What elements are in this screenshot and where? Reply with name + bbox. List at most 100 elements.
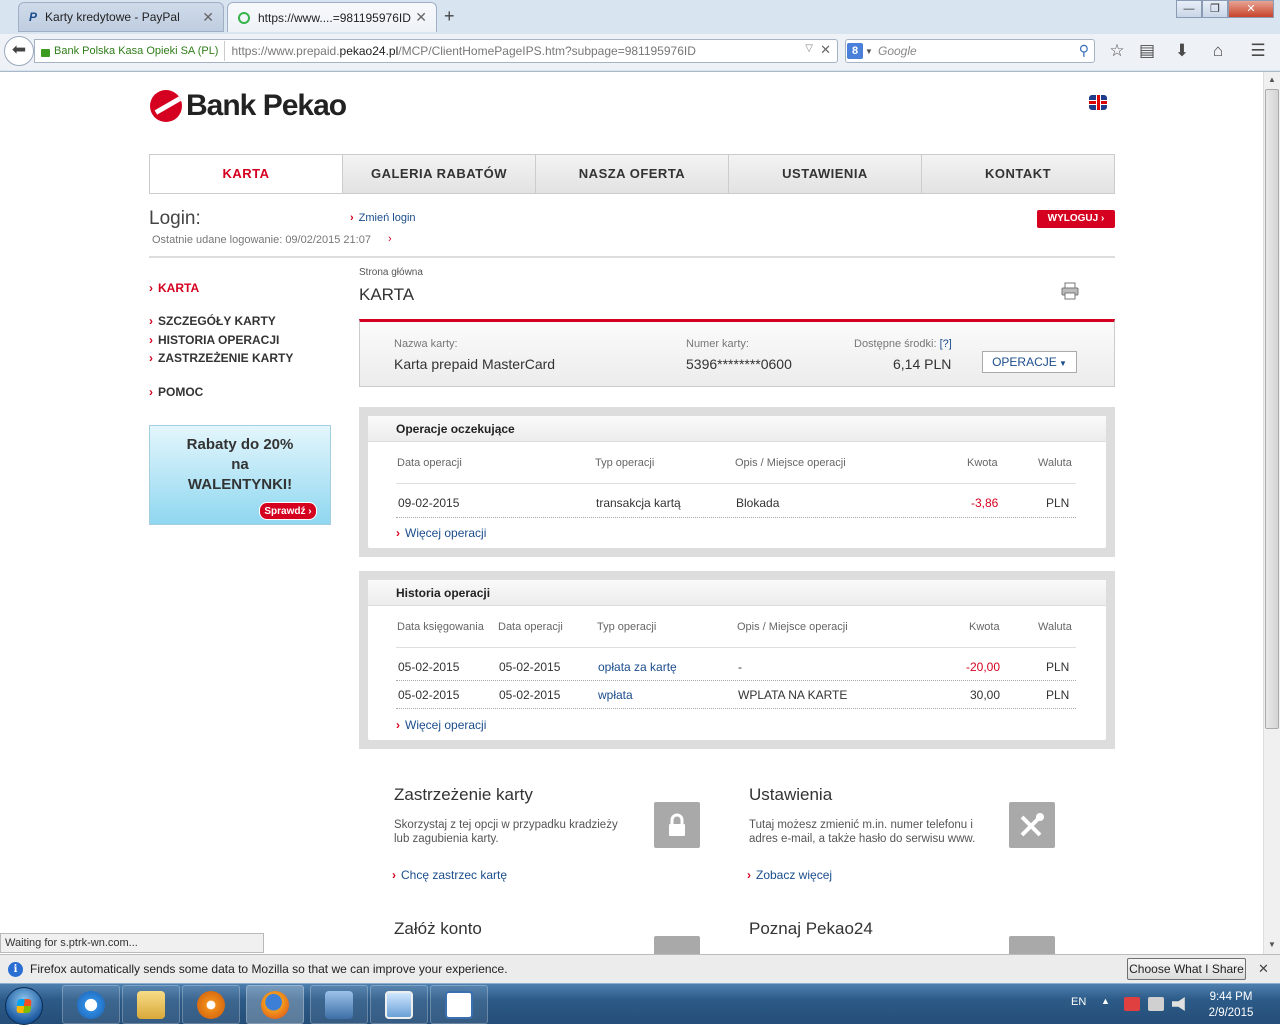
tab-paypal[interactable]: P Karty kredytowe - PayPal ✕ xyxy=(18,2,224,32)
new-tab-button[interactable]: + xyxy=(444,6,455,27)
windows-taskbar: EN ▲ 9:44 PM 2/9/2015 xyxy=(0,983,1280,1025)
google-icon: 8 xyxy=(847,43,864,59)
nav-ustawienia[interactable]: USTAWIENIA xyxy=(728,155,921,193)
pending-operations-title: Operacje oczekujące xyxy=(368,416,1106,442)
operation-type-link[interactable]: wpłata xyxy=(598,688,633,702)
close-icon[interactable]: ✕ xyxy=(1258,961,1269,977)
site-identity[interactable]: Bank Polska Kasa Opieki SA (PL) xyxy=(35,41,226,61)
stop-icon[interactable]: ✕ xyxy=(820,42,831,58)
page-scrollbar[interactable]: ▲ ▼ xyxy=(1263,72,1280,954)
wordpad-button[interactable] xyxy=(430,985,488,1024)
lock-icon[interactable] xyxy=(654,802,700,848)
card-summary-panel: Nazwa karty: Karta prepaid MasterCard Nu… xyxy=(359,319,1115,387)
nav-nasza-oferta[interactable]: NASZA OFERTA xyxy=(535,155,728,193)
more-operations-link[interactable]: › Więcej operacji xyxy=(396,718,486,732)
more-operations-link[interactable]: › Więcej operacji xyxy=(396,526,486,540)
restore-button[interactable]: ❐ xyxy=(1202,0,1228,18)
back-button[interactable]: ⬅ xyxy=(4,36,34,66)
remote-desktop-button[interactable] xyxy=(310,985,368,1024)
menu-icon[interactable]: ☰ xyxy=(1246,40,1270,64)
scroll-up-icon[interactable]: ▲ xyxy=(1264,72,1280,88)
block-card-title: Zastrzeżenie karty xyxy=(394,785,533,804)
settings-title: Ustawienia xyxy=(749,785,833,804)
status-bar: Waiting for s.ptrk-wn.com... xyxy=(0,933,264,953)
close-tab-icon[interactable]: ✕ xyxy=(415,9,427,26)
close-tab-icon[interactable]: ✕ xyxy=(202,9,214,26)
url-text[interactable]: https://www.prepaid.pekao24.pl/MCP/Clien… xyxy=(225,44,695,58)
sidebar-item-karta[interactable]: › KARTA xyxy=(149,281,199,295)
language-indicator[interactable]: EN xyxy=(1071,996,1086,1008)
picture-viewer-icon xyxy=(385,990,413,1019)
internet-explorer-button[interactable] xyxy=(62,985,120,1024)
navigation-toolbar: Bank Polska Kasa Opieki SA (PL) https://… xyxy=(0,34,1280,70)
loading-icon xyxy=(238,11,250,24)
search-bar[interactable]: 8 ▼ Google ⚲ xyxy=(845,39,1095,63)
promo-line-2: na xyxy=(231,456,249,473)
promo-banner[interactable]: Rabaty do 20% na WALENTYNKI! Sprawdź › xyxy=(149,425,331,525)
sidebar-item-szczegoly-karty[interactable]: › SZCZEGÓŁY KARTY xyxy=(149,314,276,328)
chevron-down-icon: ▼ xyxy=(865,46,873,56)
available-funds-label: Dostępne środki: [?] xyxy=(854,338,952,350)
minimize-button[interactable]: — xyxy=(1176,0,1202,18)
show-hidden-icons[interactable]: ▲ xyxy=(1101,996,1110,1006)
search-icon[interactable]: ⚲ xyxy=(1079,42,1089,59)
tab-pekao[interactable]: https://www....=981195976ID ✕ xyxy=(227,2,437,32)
divider xyxy=(396,647,1076,648)
sidebar-item-zastrzezenie-karty[interactable]: › ZASTRZEŻENIE KARTY xyxy=(149,351,293,365)
promo-line-1: Rabaty do 20% xyxy=(186,436,294,453)
media-player-button[interactable] xyxy=(182,985,240,1024)
chevron-right-icon: › xyxy=(149,281,153,295)
scrollbar-thumb[interactable] xyxy=(1265,89,1279,729)
firefox-button[interactable] xyxy=(246,985,304,1024)
nav-karta[interactable]: KARTA xyxy=(150,155,342,193)
url-bar[interactable]: Bank Polska Kasa Opieki SA (PL) https://… xyxy=(34,39,838,63)
block-card-link[interactable]: › Chcę zastrzec kartę xyxy=(392,868,507,882)
home-icon[interactable]: ⌂ xyxy=(1206,40,1230,64)
action-center-icon[interactable] xyxy=(1124,997,1140,1011)
network-icon[interactable] xyxy=(1148,997,1164,1011)
explorer-button[interactable] xyxy=(122,985,180,1024)
info-icon[interactable] xyxy=(1009,936,1055,954)
operations-dropdown-button[interactable]: OPERACJE ▼ xyxy=(982,351,1077,373)
operation-type-link[interactable]: opłata za kartę xyxy=(598,660,677,674)
available-funds: 6,14 PLN xyxy=(893,356,952,372)
breadcrumb[interactable]: Strona główna xyxy=(359,267,423,278)
system-clock[interactable]: 9:44 PM 2/9/2015 xyxy=(1196,989,1266,1021)
nav-kontakt[interactable]: KONTAKT xyxy=(921,155,1114,193)
uk-flag-icon[interactable] xyxy=(1089,95,1107,110)
chevron-right-icon: › xyxy=(747,868,751,882)
promo-check-button[interactable]: Sprawdź › xyxy=(259,502,317,520)
column-header: Typ operacji xyxy=(595,457,655,469)
bank-logo[interactable]: Bank Pekao xyxy=(150,89,347,123)
funds-help-link[interactable]: [?] xyxy=(940,338,952,350)
main-navigation: KARTA GALERIA RABATÓW NASZA OFERTA USTAW… xyxy=(149,154,1115,194)
tools-icon[interactable] xyxy=(1009,802,1055,848)
logout-button[interactable]: WYLOGUJ › xyxy=(1037,210,1115,228)
dropdown-arrow-icon[interactable]: ▽ xyxy=(805,43,813,54)
wordpad-icon xyxy=(445,990,473,1019)
chevron-down-icon: ▼ xyxy=(1056,359,1067,368)
nav-galeria-rabatow[interactable]: GALERIA RABATÓW xyxy=(342,155,535,193)
download-icon[interactable]: ⬇ xyxy=(1170,40,1194,64)
choose-what-i-share-button[interactable]: Choose What I Share xyxy=(1127,958,1246,980)
change-login-link[interactable]: › Zmień login xyxy=(350,212,416,224)
column-header: Kwota xyxy=(967,457,998,469)
settings-link[interactable]: › Zobacz więcej xyxy=(747,868,832,882)
chevron-right-icon[interactable]: › xyxy=(388,233,392,245)
start-button[interactable] xyxy=(5,987,43,1025)
volume-icon[interactable] xyxy=(1172,997,1185,1011)
sidebar-item-pomoc[interactable]: › POMOC xyxy=(149,385,203,399)
sidebar-item-historia-operacji[interactable]: › HISTORIA OPERACJI xyxy=(149,333,279,347)
bookmarks-list-icon[interactable]: ▤ xyxy=(1135,40,1159,64)
chevron-right-icon: › xyxy=(1101,213,1105,224)
picture-viewer-button[interactable] xyxy=(370,985,428,1024)
search-input[interactable]: Google xyxy=(874,44,917,58)
column-header: Waluta xyxy=(1038,621,1072,633)
document-icon[interactable] xyxy=(654,936,700,954)
browser-chrome: P Karty kredytowe - PayPal ✕ https://www… xyxy=(0,0,1280,72)
search-engine-selector[interactable]: 8 ▼ xyxy=(846,40,874,62)
bookmark-star-icon[interactable]: ☆ xyxy=(1105,40,1129,64)
close-window-button[interactable]: ✕ xyxy=(1228,0,1274,18)
print-icon[interactable] xyxy=(1061,282,1079,300)
scroll-down-icon[interactable]: ▼ xyxy=(1264,937,1280,953)
